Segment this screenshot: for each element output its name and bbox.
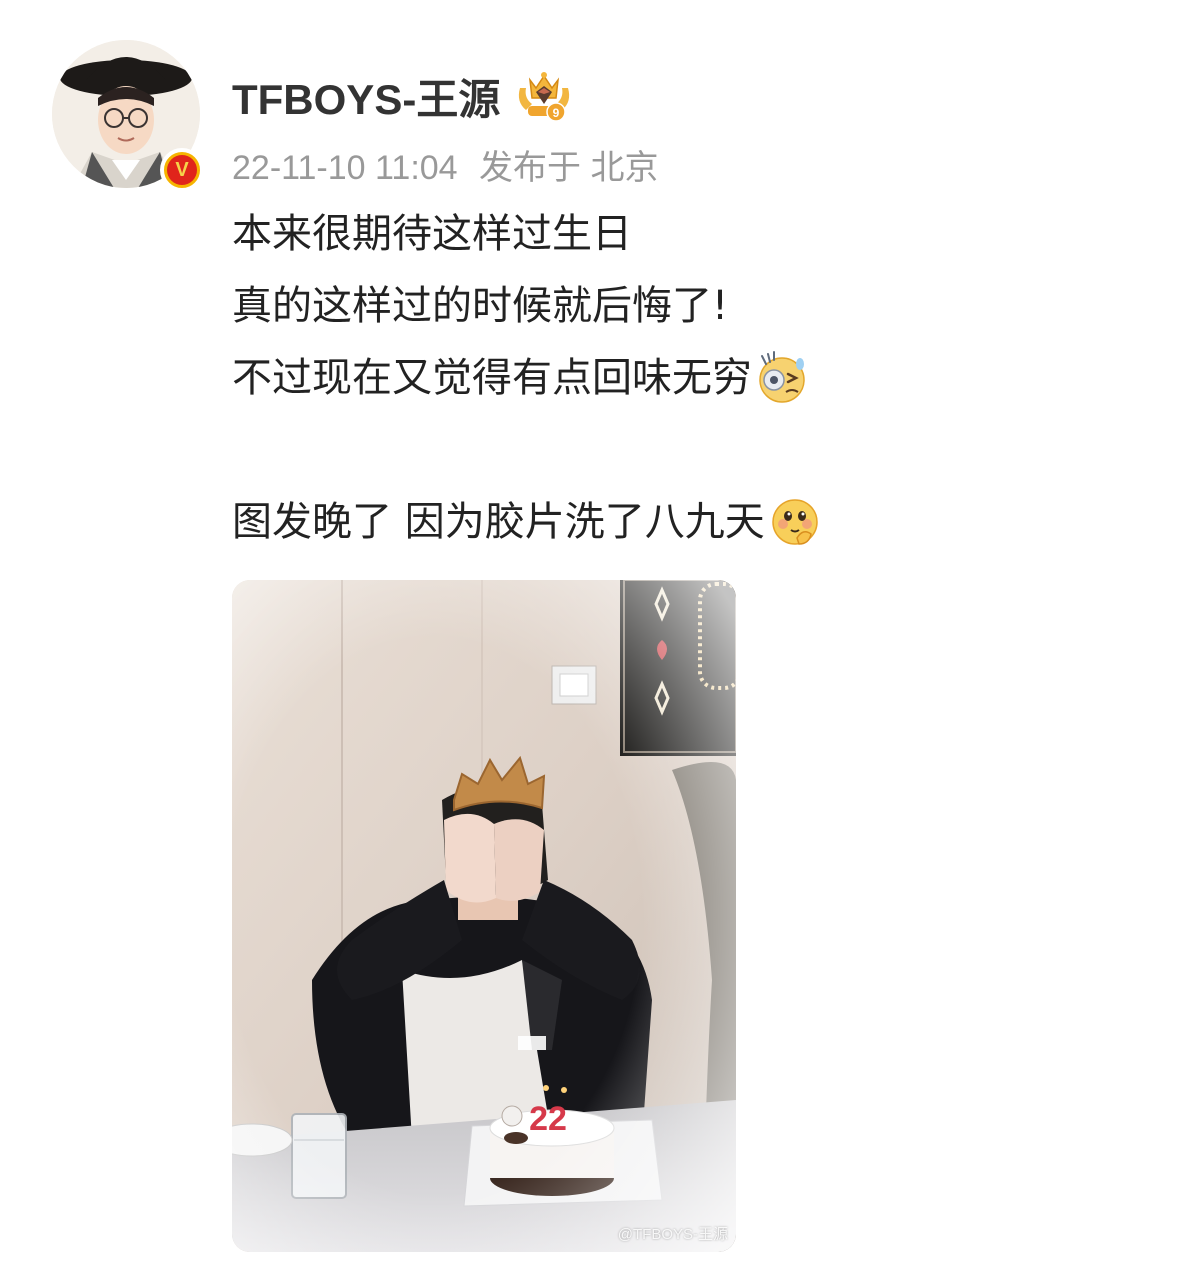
verified-letter: V [175,159,189,181]
username[interactable]: TFBOYS-王源 [232,66,500,127]
post-line: 不过现在又觉得有点回味无穷 [232,342,1132,414]
awkward-sweat-emoji-icon [759,351,805,403]
post-line-text: 本来很期待这样过生日 [232,211,632,257]
post-text: 本来很期待这样过生日 真的这样过的时候就后悔了! 不过现在又觉得有点回味无穷 图… [232,198,1132,558]
crown-rank-icon[interactable]: 9 [514,68,574,124]
post-line-text: 真的这样过的时候就后悔了! [232,283,729,329]
post-line-text: 不过现在又觉得有点回味无穷 [232,355,752,401]
post-meta: 22-11-10 11:04 发布于 北京 [232,140,659,189]
svg-text:9: 9 [553,106,560,120]
post-location: 发布于 北京 [479,149,659,187]
post-photo[interactable]: 22 @TFBOYS-王源 [232,580,736,1252]
photo-watermark: @TFBOYS-王源 [617,1226,728,1243]
post-line-text: 图发晚了 因为胶片洗了八九天 [232,499,765,545]
post-line: 图发晚了 因为胶片洗了八九天 [232,486,1132,558]
verified-badge-icon: V [160,148,204,192]
shy-thinking-emoji-icon [771,499,818,545]
post-date: 22-11-10 11:04 [232,149,458,187]
post-line-blank [232,414,1132,486]
post-line: 本来很期待这样过生日 [232,198,1132,270]
post-line: 真的这样过的时候就后悔了! [232,270,1132,342]
avatar-container[interactable]: V [52,40,204,192]
username-row: TFBOYS-王源 9 [232,66,574,126]
birthday-photo-image: 22 [232,580,736,1252]
